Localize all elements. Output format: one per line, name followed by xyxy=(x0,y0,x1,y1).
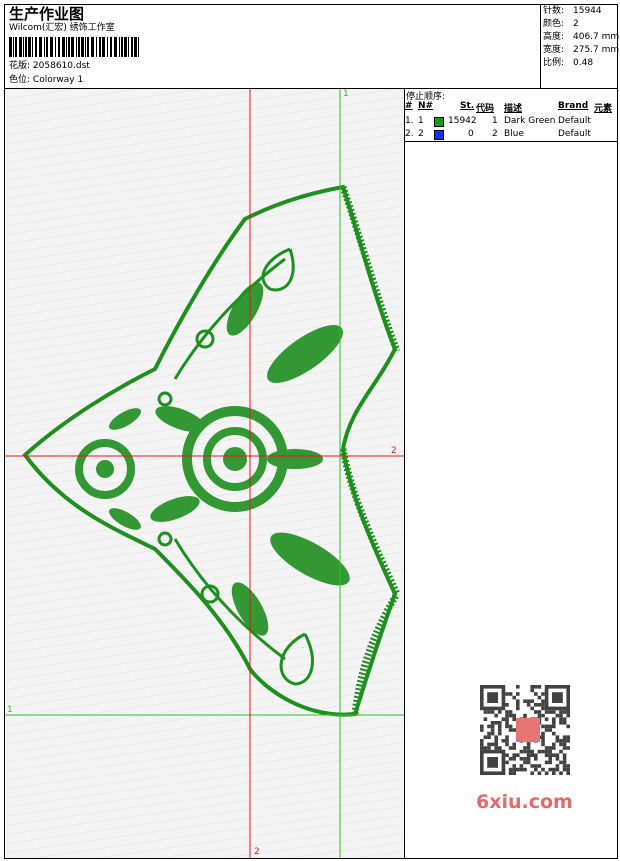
stat-colors: 颜色: 2 xyxy=(543,19,579,29)
header-st: St. xyxy=(460,101,475,111)
header-elem: 元素 xyxy=(594,104,613,114)
qr-code xyxy=(480,685,570,775)
stop-sequence-table: 停止顺序: # N# St. 代码 描述 Brand 元素 1. 1 15942… xyxy=(404,88,618,142)
colorway-row: 色位: Colorway 1 xyxy=(9,74,83,86)
header-desc: 描述 xyxy=(504,104,523,114)
stat-stitches: 针数: 15944 xyxy=(543,6,602,16)
color-swatch xyxy=(434,117,444,127)
colorway-value: Colorway 1 xyxy=(32,75,84,85)
header-n: N# xyxy=(418,101,434,111)
barcode xyxy=(9,37,139,57)
stat-height: 高度: 406.7 mm xyxy=(543,32,620,42)
guide-label-bottom: 2 xyxy=(254,847,260,857)
design-canvas: 1 2 1 2 xyxy=(5,89,404,858)
company-name: Wilcom(汇宏) 绣饰工作室 xyxy=(9,23,115,33)
guide-label-left: 1 xyxy=(7,705,13,715)
canvas-divider xyxy=(404,88,405,859)
color-swatch xyxy=(434,130,444,140)
design-value: 2058610.dst xyxy=(32,61,90,71)
stats-divider xyxy=(540,4,541,88)
colorway-label: 色位: xyxy=(9,75,31,85)
design-row: 花版: 2058610.dst xyxy=(9,60,90,72)
stat-width: 宽度: 275.7 mm xyxy=(543,45,620,55)
stats-panel: 针数: 15944 颜色: 2 高度: 406.7 mm 宽度: 275.7 mm 比例… xyxy=(543,5,619,70)
design-label: 花版: xyxy=(9,61,31,71)
header-brand: Brand xyxy=(558,101,589,111)
guide-label-top: 1 xyxy=(343,89,349,99)
stat-scale: 比例: 0.48 xyxy=(543,58,594,68)
watermark-text: 6xiu.com xyxy=(476,791,573,813)
embroidery-design xyxy=(5,89,404,858)
guide-label-right: 2 xyxy=(391,446,397,456)
header-num: # xyxy=(405,101,413,111)
document-title: 生产作业图 xyxy=(9,5,85,23)
header-code: 代码 xyxy=(476,104,495,114)
